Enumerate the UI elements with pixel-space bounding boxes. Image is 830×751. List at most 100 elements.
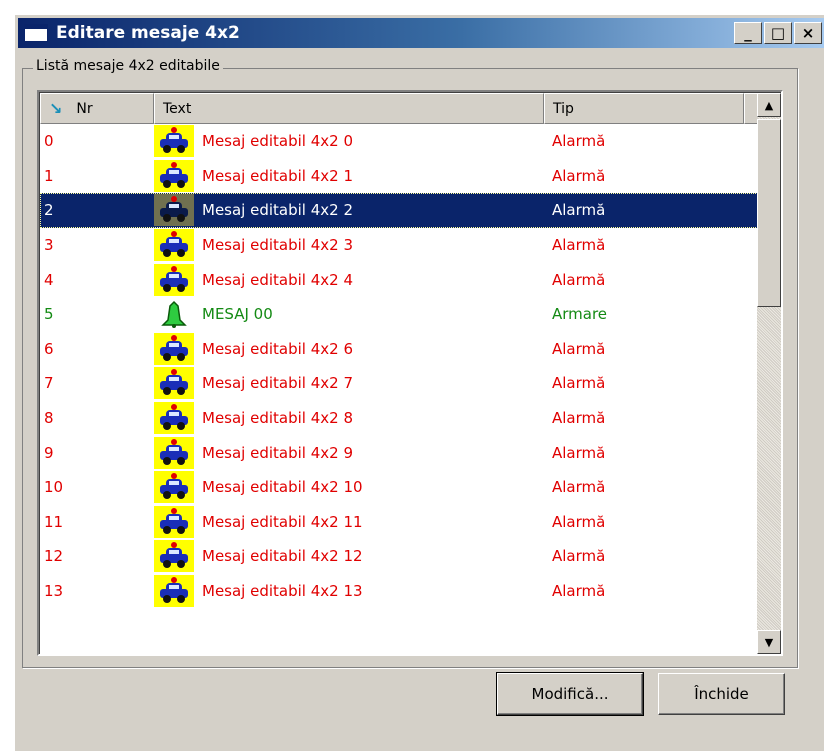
column-header-tip-label: Tip xyxy=(553,100,574,117)
row-text-cell: Mesaj editabil 4x2 1 xyxy=(154,159,544,192)
sort-arrow-icon: ↘ xyxy=(49,99,63,118)
window-icon xyxy=(24,24,48,42)
list-row[interactable]: 1 Mesaj editabil 4x2 1 Alarmă xyxy=(40,159,760,194)
row-tip: Alarmă xyxy=(552,409,606,428)
row-nr: 2 xyxy=(44,201,54,220)
row-tip: Alarmă xyxy=(552,236,606,255)
modify-button-label: Modifică... xyxy=(531,685,609,703)
window-title: Editare mesaje 4x2 xyxy=(56,23,240,43)
row-nr: 9 xyxy=(44,443,54,462)
row-text-cell: Mesaj editabil 4x2 4 xyxy=(154,263,544,296)
bell-icon xyxy=(154,298,194,330)
row-text-cell: Mesaj editabil 4x2 0 xyxy=(154,125,544,158)
minimize-button[interactable]: _ xyxy=(734,22,762,44)
row-tip: Alarmă xyxy=(552,478,606,497)
police-car-icon xyxy=(154,540,194,573)
list-row[interactable]: 7 Mesaj editabil 4x2 7 Alarmă xyxy=(40,366,760,401)
list-rows: 0 Mesaj editabil 4x2 0 Alarmă 1 Mesaj editab… xyxy=(40,124,760,608)
maximize-button[interactable]: □ xyxy=(764,22,792,44)
row-tip: Alarmă xyxy=(552,132,606,151)
row-text: Mesaj editabil 4x2 1 xyxy=(202,166,354,185)
police-car-icon xyxy=(154,159,194,192)
column-header-tip[interactable]: Tip xyxy=(544,93,744,124)
list-row[interactable]: 13 Mesaj editabil 4x2 13 Alarmă xyxy=(40,574,760,609)
police-car-icon xyxy=(154,194,194,227)
row-text: Mesaj editabil 4x2 4 xyxy=(202,270,354,289)
messages-listview[interactable]: ↘ Nr Text Tip 0 Mesaj editabil 4x2 0 Alarm… xyxy=(37,90,783,656)
row-tip: Alarmă xyxy=(552,270,606,289)
list-row[interactable]: 6 Mesaj editabil 4x2 6 Alarmă xyxy=(40,332,760,367)
list-row[interactable]: 0 Mesaj editabil 4x2 0 Alarmă xyxy=(40,124,760,159)
column-header-nr[interactable]: ↘ Nr xyxy=(40,93,154,124)
list-row[interactable]: 3 Mesaj editabil 4x2 3 Alarmă xyxy=(40,228,760,263)
row-nr: 6 xyxy=(44,339,54,358)
listview-inner: ↘ Nr Text Tip 0 Mesaj editabil 4x2 0 Alarm… xyxy=(39,92,781,654)
row-text-cell: Mesaj editabil 4x2 11 xyxy=(154,505,544,538)
scroll-thumb[interactable] xyxy=(757,119,781,307)
row-text-cell: Mesaj editabil 4x2 9 xyxy=(154,436,544,469)
row-text: Mesaj editabil 4x2 10 xyxy=(202,478,363,497)
police-car-icon xyxy=(154,367,194,400)
title-buttons: _ □ × xyxy=(734,22,822,44)
row-text-cell: Mesaj editabil 4x2 12 xyxy=(154,540,544,573)
list-header: ↘ Nr Text Tip xyxy=(40,93,760,124)
row-text-cell: Mesaj editabil 4x2 7 xyxy=(154,367,544,400)
row-nr: 5 xyxy=(44,305,54,324)
row-tip: Alarmă xyxy=(552,339,606,358)
police-car-icon xyxy=(154,471,194,504)
row-tip: Alarmă xyxy=(552,547,606,566)
column-header-text[interactable]: Text xyxy=(154,93,544,124)
row-nr: 11 xyxy=(44,512,64,531)
list-row[interactable]: 5 MESAJ 00 Armare xyxy=(40,297,760,332)
list-row[interactable]: 8 Mesaj editabil 4x2 8 Alarmă xyxy=(40,401,760,436)
title-bar[interactable]: Editare mesaje 4x2 _ □ × xyxy=(18,18,824,48)
modify-button[interactable]: Modifică... xyxy=(496,672,644,716)
row-text: Mesaj editabil 4x2 3 xyxy=(202,236,354,255)
row-text: Mesaj editabil 4x2 11 xyxy=(202,512,363,531)
police-car-icon xyxy=(154,575,194,608)
row-text-cell: Mesaj editabil 4x2 8 xyxy=(154,402,544,435)
close-button[interactable]: × xyxy=(794,22,822,44)
row-tip: Armare xyxy=(552,305,608,324)
list-row[interactable]: 9 Mesaj editabil 4x2 9 Alarmă xyxy=(40,435,760,470)
row-text-cell: MESAJ 00 xyxy=(154,298,544,330)
column-header-text-label: Text xyxy=(163,100,192,117)
row-text: Mesaj editabil 4x2 8 xyxy=(202,409,354,428)
scroll-up-button[interactable]: ▲ xyxy=(757,93,781,117)
row-text-cell: Mesaj editabil 4x2 10 xyxy=(154,471,544,504)
list-row[interactable]: 4 Mesaj editabil 4x2 4 Alarmă xyxy=(40,262,760,297)
close-dialog-button[interactable]: Închide xyxy=(658,673,785,715)
row-text: Mesaj editabil 4x2 6 xyxy=(202,339,354,358)
row-text: Mesaj editabil 4x2 13 xyxy=(202,582,363,601)
vertical-scrollbar[interactable]: ▲ ▼ xyxy=(757,93,781,654)
row-nr: 4 xyxy=(44,270,54,289)
row-nr: 10 xyxy=(44,478,64,497)
row-tip: Alarmă xyxy=(552,443,606,462)
row-tip: Alarmă xyxy=(552,512,606,531)
list-row[interactable]: 11 Mesaj editabil 4x2 11 Alarmă xyxy=(40,505,760,540)
row-text: MESAJ 00 xyxy=(202,305,273,324)
police-car-icon xyxy=(154,436,194,469)
row-text: Mesaj editabil 4x2 12 xyxy=(202,547,363,566)
messages-groupbox: Listă mesaje 4x2 editabile ↘ Nr Text Tip… xyxy=(22,58,798,668)
row-text: Mesaj editabil 4x2 2 xyxy=(202,201,354,220)
row-nr: 1 xyxy=(44,166,54,185)
list-row[interactable]: 10 Mesaj editabil 4x2 10 Alarmă xyxy=(40,470,760,505)
column-header-nr-label: Nr xyxy=(76,100,93,117)
row-nr: 3 xyxy=(44,236,54,255)
close-dialog-button-label: Închide xyxy=(694,685,749,703)
list-row[interactable]: 2 Mesaj editabil 4x2 2 Alarmă xyxy=(40,193,760,228)
row-tip: Alarmă xyxy=(552,374,606,393)
row-nr: 0 xyxy=(44,132,54,151)
row-text: Mesaj editabil 4x2 0 xyxy=(202,132,354,151)
row-tip: Alarmă xyxy=(552,166,606,185)
police-car-icon xyxy=(154,263,194,296)
police-car-icon xyxy=(154,229,194,262)
scroll-down-button[interactable]: ▼ xyxy=(757,630,781,654)
row-text-cell: Mesaj editabil 4x2 3 xyxy=(154,229,544,262)
row-text-cell: Mesaj editabil 4x2 2 xyxy=(154,194,544,227)
row-nr: 12 xyxy=(44,547,64,566)
police-car-icon xyxy=(154,332,194,365)
list-row[interactable]: 12 Mesaj editabil 4x2 12 Alarmă xyxy=(40,539,760,574)
row-text-cell: Mesaj editabil 4x2 13 xyxy=(154,575,544,608)
